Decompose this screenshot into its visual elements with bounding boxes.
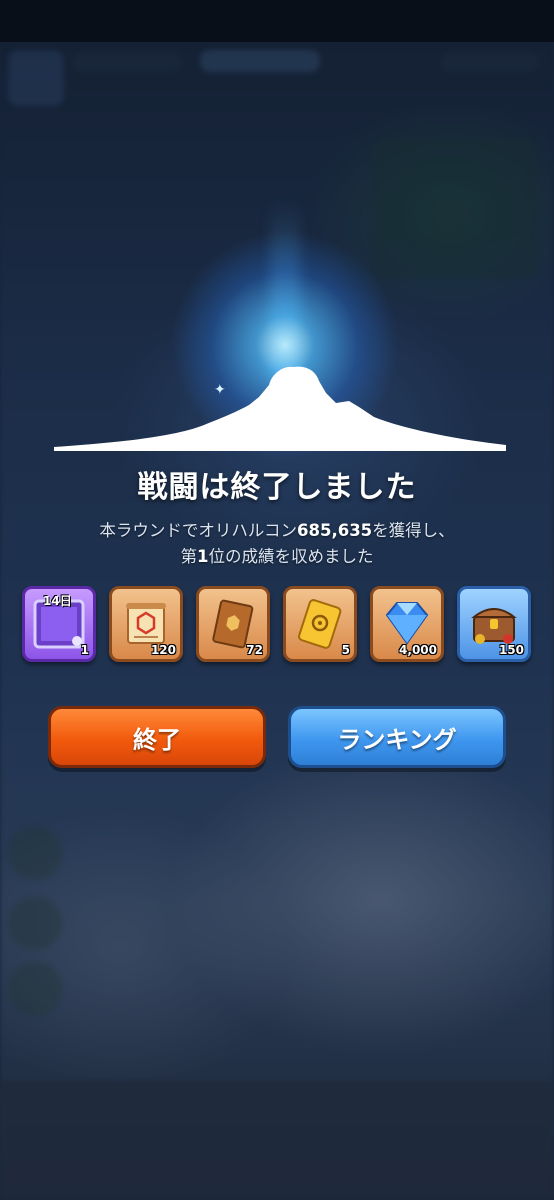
result-title: 戦闘は終了しました (137, 470, 417, 505)
reward-item-golden-ticket[interactable]: 5 (283, 586, 357, 662)
end-button[interactable]: 終了 (48, 706, 266, 768)
reward-list: 14日 1 120 72 5 4,000 150 (22, 586, 534, 666)
reward-quantity: 72 (246, 643, 263, 657)
reward-quantity: 150 (498, 643, 524, 657)
reward-quantity: 120 (150, 643, 176, 657)
reward-item-scroll[interactable]: 120 (109, 586, 183, 662)
ranking-button[interactable]: ランキング (288, 706, 506, 768)
mountain-silhouette-icon (54, 366, 506, 451)
sparkle-icon: ✦ (214, 382, 226, 398)
duration-label: 14日 (43, 594, 72, 608)
treasure-chest-icon (471, 608, 517, 644)
scroll-icon (126, 603, 166, 644)
reward-item-avatar-frame[interactable]: 14日 1 (22, 586, 96, 662)
book-icon (212, 599, 254, 649)
rank-number: 1 (197, 547, 209, 566)
reward-quantity: 5 (341, 643, 350, 657)
reward-quantity: 1 (80, 643, 89, 657)
reward-quantity: 4,000 (399, 643, 437, 657)
orichalcum-amount: 685,635 (297, 521, 373, 540)
diamond-icon (385, 602, 429, 645)
reward-item-book[interactable]: 72 (196, 586, 270, 662)
reward-item-treasure-chest[interactable]: 150 (457, 586, 531, 662)
golden-ticket-icon (298, 599, 342, 649)
result-description: 本ラウンドでオリハルコン685,635を獲得し、 第1位の成績を収めました (99, 521, 455, 566)
reward-item-diamond[interactable]: 4,000 (370, 586, 444, 662)
